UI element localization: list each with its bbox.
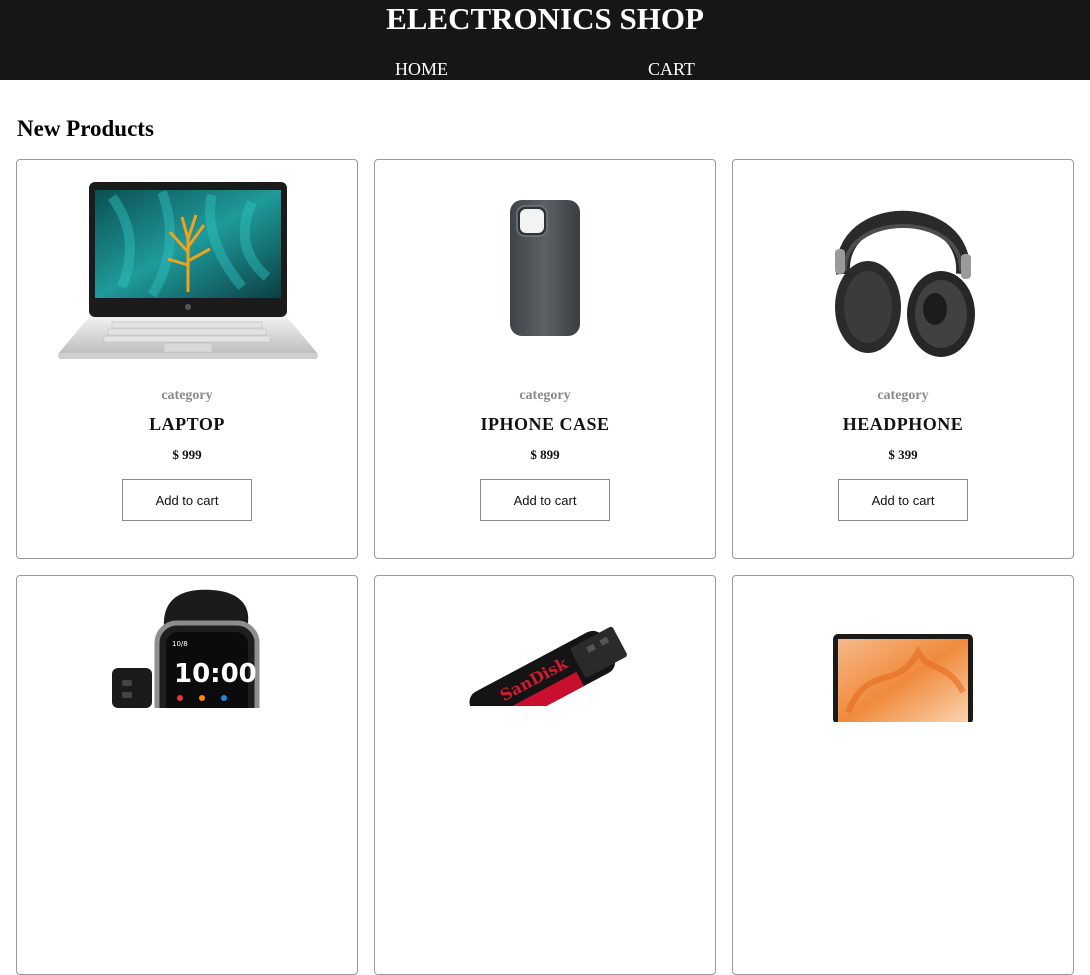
- smartwatch-image: 10/8 10:00: [17, 588, 357, 778]
- product-card: category LAPTOP $ 999 Add to cart: [16, 159, 358, 559]
- phone-case-image: [375, 174, 715, 364]
- product-card: 10/8 10:00: [16, 575, 358, 975]
- product-card: [732, 575, 1074, 975]
- macbook-image: [733, 632, 1073, 822]
- product-price: $ 399: [888, 447, 918, 462]
- product-name: LAPTOP: [149, 414, 225, 434]
- add-to-cart-button[interactable]: Add to cart: [122, 479, 252, 521]
- site-header: ELECTRONICS SHOP HOME CART: [0, 0, 1090, 80]
- product-price: $ 899: [530, 447, 560, 462]
- product-category: category: [161, 388, 213, 403]
- product-name: IPHONE CASE: [480, 414, 610, 434]
- product-card: category IPHONE CASE $ 899 Add to cart: [374, 159, 716, 559]
- section-heading: New Products: [17, 116, 154, 141]
- product-category: category: [877, 388, 929, 403]
- usb-drive-image: SanDisk: [375, 606, 715, 796]
- laptop-image: [17, 174, 357, 364]
- headphone-image: [733, 174, 1073, 364]
- product-card: SanDisk: [374, 575, 716, 975]
- product-price: $ 999: [172, 447, 202, 462]
- add-to-cart-button[interactable]: Add to cart: [838, 479, 968, 521]
- nav-cart-link[interactable]: CART: [648, 59, 695, 79]
- svg-text:10/8: 10/8: [172, 640, 188, 648]
- product-name: HEADPHONE: [842, 414, 964, 434]
- product-category: category: [519, 388, 571, 403]
- nav-home-link[interactable]: HOME: [395, 59, 448, 79]
- svg-text:10:00: 10:00: [174, 659, 257, 689]
- site-title: ELECTRONICS SHOP: [386, 1, 704, 36]
- product-card: category HEADPHONE $ 399 Add to cart: [732, 159, 1074, 559]
- add-to-cart-button[interactable]: Add to cart: [480, 479, 610, 521]
